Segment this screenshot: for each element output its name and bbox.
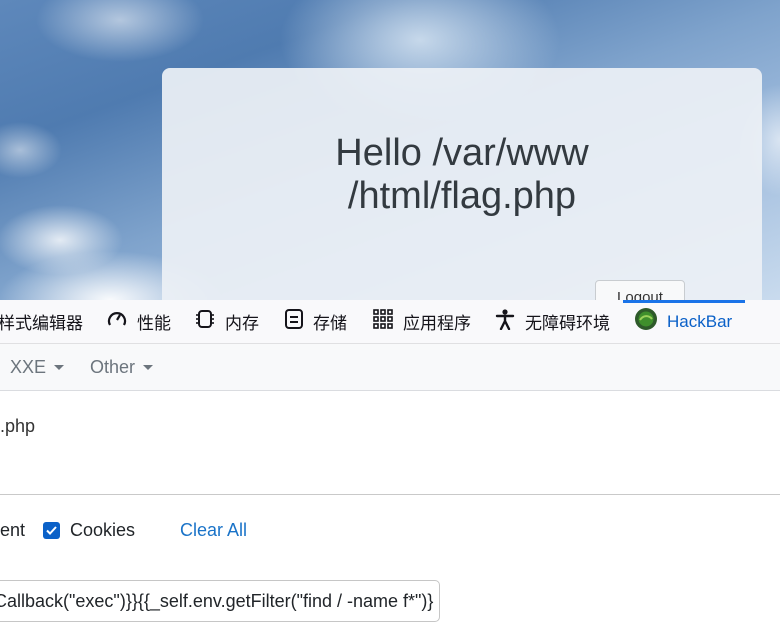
memory-icon <box>194 308 216 335</box>
tab-label: 存储 <box>313 314 347 333</box>
tab-application[interactable]: 应用程序 <box>372 300 471 343</box>
application-icon <box>372 308 394 335</box>
content-card: Hello /var/www /html/flag.php Logout <box>162 68 762 300</box>
url-value: .php <box>0 416 36 436</box>
devtools-tab-bar: 样式编辑器 性能 内存 存储 应用程序 无障碍环境 HackBar <box>0 300 780 344</box>
greeting-line-1: Hello /var/www <box>335 132 589 174</box>
option-label-partial: ent <box>0 520 26 540</box>
menu-label: Other <box>90 356 136 377</box>
active-tab-indicator <box>623 300 745 303</box>
tab-style-editor[interactable]: 样式编辑器 <box>0 300 83 343</box>
greeting-line-2: /html/flag.php <box>347 175 577 217</box>
tab-performance[interactable]: 性能 <box>106 300 171 343</box>
tab-label: 内存 <box>225 314 259 333</box>
caret-down-icon <box>54 364 65 370</box>
cookies-label[interactable]: Cookies <box>70 520 135 541</box>
xxe-menu[interactable]: XXE <box>10 344 65 390</box>
performance-icon <box>106 308 128 335</box>
tab-label: HackBar <box>667 311 733 331</box>
tab-accessibility[interactable]: 无障碍环境 <box>494 300 610 343</box>
storage-icon <box>284 308 304 335</box>
url-textarea[interactable]: .php <box>0 404 780 495</box>
payload-input[interactable]: Callback("exec")}}{{_self.env.getFilter(… <box>0 580 440 622</box>
tab-label: 样式编辑器 <box>0 314 83 333</box>
menu-label: XXE <box>10 356 47 377</box>
tab-storage[interactable]: 存储 <box>284 300 347 343</box>
cookies-checkbox[interactable] <box>43 522 60 539</box>
clear-all-link[interactable]: Clear All <box>180 520 247 541</box>
greeting-heading: Hello /var/www /html/flag.php <box>162 132 762 218</box>
other-menu[interactable]: Other <box>90 344 154 390</box>
options-row: ent Cookies Clear All <box>0 510 780 550</box>
accessibility-icon <box>494 308 516 335</box>
tab-hackbar[interactable]: HackBar <box>634 300 732 343</box>
caret-down-icon <box>143 364 154 370</box>
tab-memory[interactable]: 内存 <box>194 300 259 343</box>
hackbar-icon <box>634 307 658 336</box>
tab-label: 性能 <box>137 314 171 333</box>
logout-button[interactable]: Logout <box>595 280 685 300</box>
page-viewport: Hello /var/www /html/flag.php Logout <box>0 0 780 300</box>
tab-label: 应用程序 <box>403 314 471 333</box>
hackbar-menu-bar: XXE Other <box>0 344 780 391</box>
tab-label: 无障碍环境 <box>525 314 610 333</box>
devtools-panel: 样式编辑器 性能 内存 存储 应用程序 无障碍环境 HackBar XXE Ot… <box>0 300 780 626</box>
